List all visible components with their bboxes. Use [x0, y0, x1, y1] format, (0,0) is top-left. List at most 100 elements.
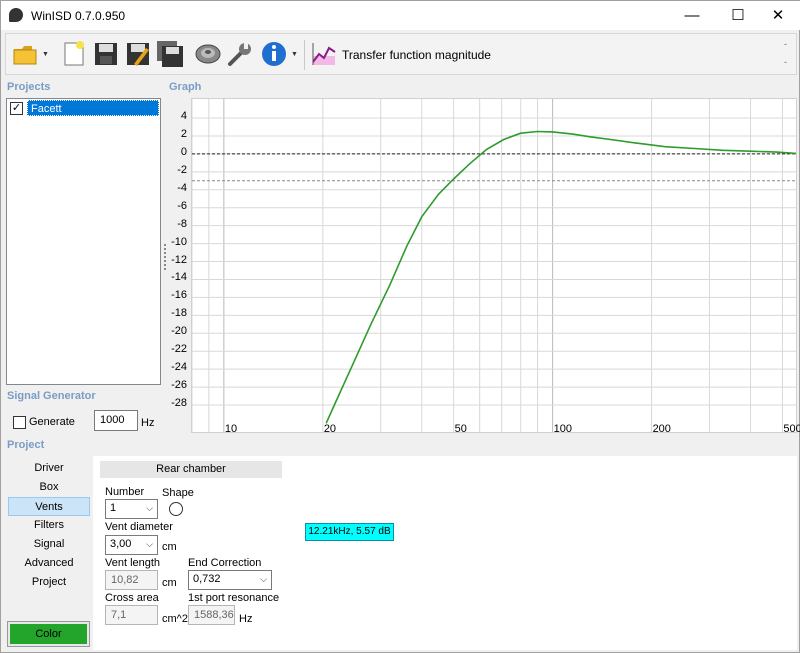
nav-item-project[interactable]: Project — [8, 573, 90, 592]
x-tick-label: 20 — [323, 423, 337, 435]
y-tick-label: -22 — [171, 343, 187, 356]
y-tick-label: -20 — [171, 325, 187, 338]
number-value: 1 — [110, 502, 117, 514]
splitter-handle[interactable] — [164, 244, 166, 270]
data-point — [635, 142, 638, 144]
chevron-down-icon: ⌵ — [146, 503, 153, 513]
new-document-icon[interactable] — [60, 40, 88, 68]
list-item[interactable]: ✓ Facett — [8, 100, 159, 116]
app-window: WinISD 0.7.0.950 — ☐ ✕ ▼ ▼ Transfer func… — [0, 0, 800, 653]
y-tick-label: -8 — [177, 217, 187, 230]
round-shape-icon[interactable] — [169, 502, 183, 516]
info-icon[interactable] — [260, 40, 288, 68]
projects-list[interactable]: ✓ Facett — [6, 98, 161, 385]
vent-diameter-unit: cm — [162, 541, 177, 553]
wrench-icon[interactable] — [226, 40, 254, 68]
toolbar-overflow-top[interactable]: - — [784, 39, 787, 49]
data-point — [589, 136, 591, 138]
info-dropdown-arrow-icon[interactable]: ▼ — [291, 51, 298, 58]
y-tick-label: -14 — [171, 271, 187, 284]
y-tick-label: -4 — [177, 181, 187, 194]
data-point — [749, 150, 752, 152]
data-point — [503, 138, 505, 141]
data-point — [469, 163, 471, 165]
transfer-function-chart[interactable] — [192, 99, 796, 432]
frequency-input[interactable]: 1000 — [94, 410, 138, 431]
vent-diameter-select[interactable]: 3,00 ⌵ — [105, 535, 158, 555]
y-tick-label: -6 — [177, 199, 187, 212]
y-tick-label: -18 — [171, 307, 187, 320]
cursor-readout-tooltip: 12.21kHz, 5.57 dB — [305, 523, 394, 541]
y-tick-label: -12 — [171, 253, 187, 266]
rear-chamber-header: Rear chamber — [100, 461, 282, 478]
end-correction-value: 0,732 — [193, 573, 221, 585]
open-folder-icon[interactable] — [12, 40, 40, 68]
data-point — [354, 359, 356, 361]
vent-length-unit: cm — [162, 577, 177, 589]
y-tick-label: -16 — [171, 289, 187, 302]
open-dropdown-arrow-icon[interactable]: ▼ — [42, 51, 49, 58]
save-all-icon[interactable] — [156, 40, 184, 68]
shape-label: Shape — [162, 487, 194, 499]
project-checkbox[interactable]: ✓ — [10, 102, 23, 115]
number-select[interactable]: 1 ⌵ — [105, 499, 158, 519]
number-label: Number — [105, 486, 145, 498]
y-tick-label: 4 — [180, 110, 187, 122]
data-point — [520, 132, 522, 134]
y-tick-label: -26 — [171, 379, 187, 392]
data-point — [664, 146, 666, 148]
y-tick-label: 0 — [180, 145, 187, 158]
data-point — [406, 245, 408, 247]
title-bar: WinISD 0.7.0.950 — ☐ ✕ — [1, 1, 800, 30]
data-point — [438, 193, 440, 195]
port-resonance-field: 1588,36 — [188, 605, 235, 625]
chevron-down-icon: ⌵ — [146, 539, 153, 549]
x-tick-label: 200 — [652, 423, 671, 435]
color-button[interactable]: Color — [7, 621, 90, 647]
graph-section-label: Graph — [169, 81, 202, 93]
vent-diameter-label: Vent diameter — [105, 521, 173, 533]
frequency-unit: Hz — [141, 417, 155, 429]
toolbar: ▼ ▼ Transfer function magnitude - - — [5, 33, 797, 75]
nav-item-vents[interactable]: Vents — [8, 497, 90, 516]
generate-label: Generate — [29, 416, 75, 428]
nav-item-box[interactable]: Box — [8, 478, 90, 497]
view-selector-label[interactable]: Transfer function magnitude — [342, 48, 491, 62]
nav-item-driver[interactable]: Driver — [8, 459, 90, 478]
chevron-down-icon: ⌵ — [260, 574, 267, 584]
data-point — [571, 133, 574, 135]
driver-speaker-icon[interactable] — [194, 40, 222, 68]
x-tick-label: 10 — [224, 423, 238, 435]
cross-area-field: 7,1 — [105, 605, 158, 625]
save-icon[interactable] — [92, 40, 120, 68]
project-name[interactable]: Facett — [27, 100, 159, 116]
close-button[interactable]: ✕ — [755, 1, 800, 30]
response-curve-line — [325, 130, 796, 424]
x-tick-label: 500 — [783, 423, 800, 435]
window-title: WinISD 0.7.0.950 — [31, 9, 126, 23]
data-point — [693, 147, 696, 150]
nav-item-filters[interactable]: Filters — [8, 516, 90, 535]
data-point — [453, 178, 455, 180]
nav-item-advanced[interactable]: Advanced — [8, 554, 90, 573]
signal-generator-section-label: Signal Generator — [7, 390, 96, 402]
y-tick-label: -2 — [177, 163, 187, 176]
data-point — [775, 151, 778, 153]
graph-plot-area[interactable] — [191, 98, 797, 433]
chart-icon[interactable] — [310, 40, 338, 68]
toolbar-overflow-bottom[interactable]: - — [784, 57, 787, 67]
data-point — [335, 399, 338, 402]
minimize-button[interactable]: — — [669, 1, 715, 30]
data-point — [552, 131, 554, 133]
app-logo-icon — [9, 8, 23, 22]
y-tick-label: -10 — [171, 235, 187, 248]
end-correction-label: End Correction — [188, 557, 262, 569]
projects-section-label: Projects — [7, 81, 51, 93]
nav-item-signal[interactable]: Signal — [8, 535, 90, 554]
generate-checkbox[interactable] — [13, 416, 26, 429]
project-section-label: Project — [7, 439, 45, 451]
cross-area-unit: cm^2 — [162, 613, 188, 625]
save-edit-icon[interactable] — [124, 40, 152, 68]
end-correction-select[interactable]: 0,732 ⌵ — [188, 570, 272, 590]
vent-length-field: 10,82 — [105, 570, 158, 590]
